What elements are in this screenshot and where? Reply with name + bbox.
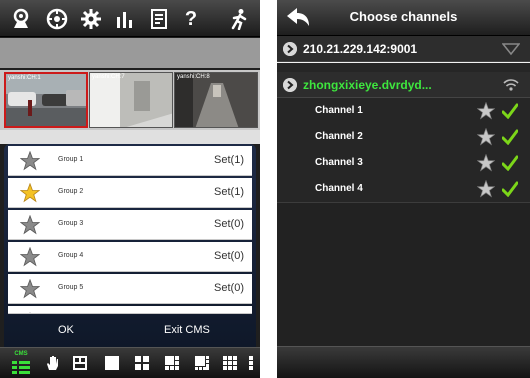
group-row[interactable]: Group 2 Set(1) [8, 178, 252, 208]
channel-name: Channel 4 [315, 183, 363, 194]
camera-view-image [175, 73, 257, 127]
bottom-toolbar: CMS [0, 347, 260, 378]
page-title: Choose channels [349, 9, 458, 24]
channel-row[interactable]: Channel 2 [277, 124, 530, 151]
group-set-count: Set(0) [214, 282, 244, 294]
camera-view-image [90, 73, 172, 127]
group-row[interactable]: Group 4 Set(0) [8, 242, 252, 272]
device-row-online[interactable]: zhongxixieye.dvrdyd... [277, 72, 530, 98]
device-name: zhongxixieye.dvrdyd... [303, 78, 432, 92]
group-row[interactable]: Group 1 Set(1) [8, 146, 252, 176]
star-icon [20, 151, 40, 171]
camera-thumbnail[interactable]: yanshi:CH:8 [174, 72, 258, 128]
cms-screen: ? yanshi:CH:1 yanshi:CH:7 yanshi:CH:8 Gr… [0, 0, 260, 378]
channel-row[interactable]: Channel 3 [277, 150, 530, 177]
exit-icon[interactable] [226, 6, 252, 32]
group-row[interactable]: Group 3 Set(0) [8, 210, 252, 240]
wifi-icon [503, 79, 519, 91]
group-set-count: Set(0) [214, 250, 244, 262]
group-set-count: Set(1) [214, 154, 244, 166]
layout-1-icon[interactable] [104, 355, 120, 371]
star-icon[interactable] [477, 154, 495, 172]
layout-8-icon[interactable] [194, 355, 210, 371]
ok-button[interactable]: OK [58, 324, 74, 336]
navigation-bar: Choose channels [277, 0, 530, 36]
star-icon [20, 183, 40, 203]
channel-name: Channel 2 [315, 131, 363, 142]
expand-arrow-icon[interactable] [283, 78, 297, 92]
bottom-bar [277, 346, 530, 378]
thumbnail-label: yanshi:CH:1 [8, 75, 41, 81]
choose-channels-screen: Choose channels 210.21.229.142:9001 zhon… [277, 0, 530, 378]
camera-thumbnail[interactable]: yanshi:CH:7 [89, 72, 173, 128]
thumbnail-label: yanshi:CH:8 [177, 74, 210, 80]
top-toolbar: ? [0, 0, 260, 37]
group-set-count: Set(0) [214, 218, 244, 230]
star-icon [20, 247, 40, 267]
layout-4-icon[interactable] [134, 355, 150, 371]
device-row[interactable]: 210.21.229.142:9001 [277, 36, 530, 62]
empty-list-area [277, 203, 530, 346]
group-name: Group 5 [58, 284, 84, 291]
star-icon[interactable] [477, 180, 495, 198]
thumbnail-label: yanshi:CH:7 [92, 74, 125, 80]
channel-name: Channel 1 [315, 105, 363, 116]
star-icon[interactable] [477, 102, 495, 120]
channel-thumbnail-strip: yanshi:CH:1 yanshi:CH:7 yanshi:CH:8 [0, 70, 260, 130]
p2p-camera-icon[interactable] [8, 6, 34, 32]
statistics-icon[interactable] [112, 6, 138, 32]
thumbnail-footer [0, 130, 260, 144]
star-icon [20, 215, 40, 235]
cms-label: CMS [14, 351, 28, 357]
channel-row[interactable]: Channel 4 [277, 176, 530, 203]
device-name: 210.21.229.142:9001 [303, 42, 418, 56]
snapshot-icon[interactable] [72, 355, 88, 371]
group-row[interactable]: Group 5 Set(0) [8, 274, 252, 304]
checkmark-icon[interactable] [502, 181, 518, 197]
help-icon[interactable]: ? [178, 6, 204, 32]
group-action-sheet: Group 1 Set(1) Group 2 Set(1) Group 3 Se… [4, 144, 256, 347]
star-icon[interactable] [477, 128, 495, 146]
log-icon[interactable] [146, 6, 172, 32]
channel-name: Channel 3 [315, 157, 363, 168]
channel-row[interactable]: Channel 1 [277, 98, 530, 125]
star-icon [20, 279, 40, 299]
group-name: Group 2 [58, 188, 84, 195]
row-spacer [277, 63, 530, 72]
exit-cms-button[interactable]: Exit CMS [164, 324, 210, 336]
checkmark-icon[interactable] [502, 155, 518, 171]
group-name: Group 4 [58, 252, 84, 259]
ptz-icon[interactable] [44, 6, 70, 32]
more-layouts-icon[interactable] [248, 355, 256, 371]
camera-thumbnail-selected[interactable]: yanshi:CH:1 [4, 72, 88, 128]
sheet-actions: OK Exit CMS [4, 314, 256, 347]
cms-icon[interactable]: CMS [10, 351, 32, 375]
group-row-partial[interactable] [8, 306, 252, 314]
settings-gear-icon[interactable] [78, 6, 104, 32]
expand-arrow-icon[interactable] [283, 42, 297, 56]
group-set-count: Set(1) [214, 186, 244, 198]
connection-icon [502, 43, 520, 56]
camera-view-image [6, 74, 86, 126]
layout-9-icon[interactable] [222, 355, 238, 371]
layout-6-icon[interactable] [164, 355, 180, 371]
group-name: Group 1 [58, 156, 84, 163]
checkmark-icon[interactable] [502, 103, 518, 119]
hand-icon[interactable] [44, 355, 60, 371]
group-name: Group 3 [58, 220, 84, 227]
status-band [0, 38, 260, 68]
checkmark-icon[interactable] [502, 129, 518, 145]
